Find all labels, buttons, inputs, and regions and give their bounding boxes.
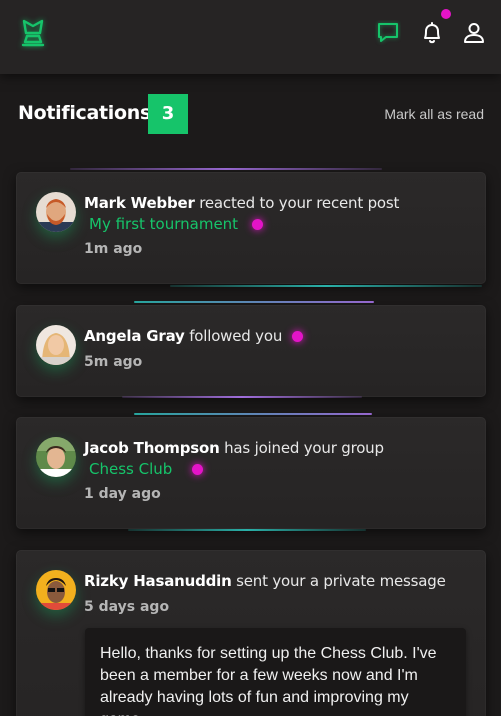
notification-action: reacted to your recent post xyxy=(194,194,400,212)
chess-king-icon[interactable] xyxy=(15,15,51,51)
timestamp: 1m ago xyxy=(84,241,143,257)
divider-glow xyxy=(128,529,366,531)
divider-glow xyxy=(134,413,372,415)
avatar xyxy=(36,570,76,610)
bell-icon[interactable] xyxy=(419,20,445,46)
private-message[interactable]: Hello, thanks for setting up the Chess C… xyxy=(85,628,466,716)
unread-dot xyxy=(292,331,303,342)
avatar xyxy=(36,192,76,232)
unread-count-badge: 3 xyxy=(148,94,188,134)
notification-text: Rizky Hasanuddin sent your a private mes… xyxy=(84,572,446,590)
notification-card[interactable]: Mark Webber reacted to your recent post … xyxy=(16,172,486,284)
top-bar xyxy=(0,0,501,74)
notification-text: Angela Gray followed you xyxy=(84,327,282,345)
notification-card[interactable]: Angela Gray followed you 5m ago xyxy=(16,305,486,397)
chat-icon[interactable] xyxy=(375,20,401,46)
mark-all-read-button[interactable]: Mark all as read xyxy=(384,106,484,122)
page-title: Notifications xyxy=(18,102,151,124)
notification-card[interactable]: Rizky Hasanuddin sent your a private mes… xyxy=(16,550,486,716)
group-link[interactable]: Chess Club xyxy=(89,460,172,478)
notification-badge-dot xyxy=(441,9,451,19)
user-name[interactable]: Mark Webber xyxy=(84,194,195,212)
notification-card[interactable]: Jacob Thompson has joined your group Che… xyxy=(16,417,486,529)
timestamp: 5 days ago xyxy=(84,599,170,615)
notification-action: followed you xyxy=(184,327,283,345)
divider-glow xyxy=(170,285,482,287)
avatar xyxy=(36,437,76,477)
unread-dot xyxy=(252,219,263,230)
timestamp: 1 day ago xyxy=(84,486,161,502)
unread-dot xyxy=(192,464,203,475)
notifications-header: Notifications 3 Mark all as read xyxy=(18,94,484,134)
divider-glow xyxy=(70,168,382,170)
avatar xyxy=(36,325,76,365)
notification-action: sent your a private message xyxy=(231,572,446,590)
divider-glow xyxy=(134,301,374,303)
user-name[interactable]: Rizky Hasanuddin xyxy=(84,572,232,590)
post-link[interactable]: My first tournament xyxy=(89,215,238,233)
user-icon[interactable] xyxy=(461,20,487,46)
notification-text: Jacob Thompson has joined your group xyxy=(84,439,384,457)
user-name[interactable]: Angela Gray xyxy=(84,327,185,345)
notification-text: Mark Webber reacted to your recent post xyxy=(84,194,399,212)
divider-glow xyxy=(122,396,362,398)
user-name[interactable]: Jacob Thompson xyxy=(84,439,220,457)
notification-action: has joined your group xyxy=(219,439,384,457)
timestamp: 5m ago xyxy=(84,354,143,370)
